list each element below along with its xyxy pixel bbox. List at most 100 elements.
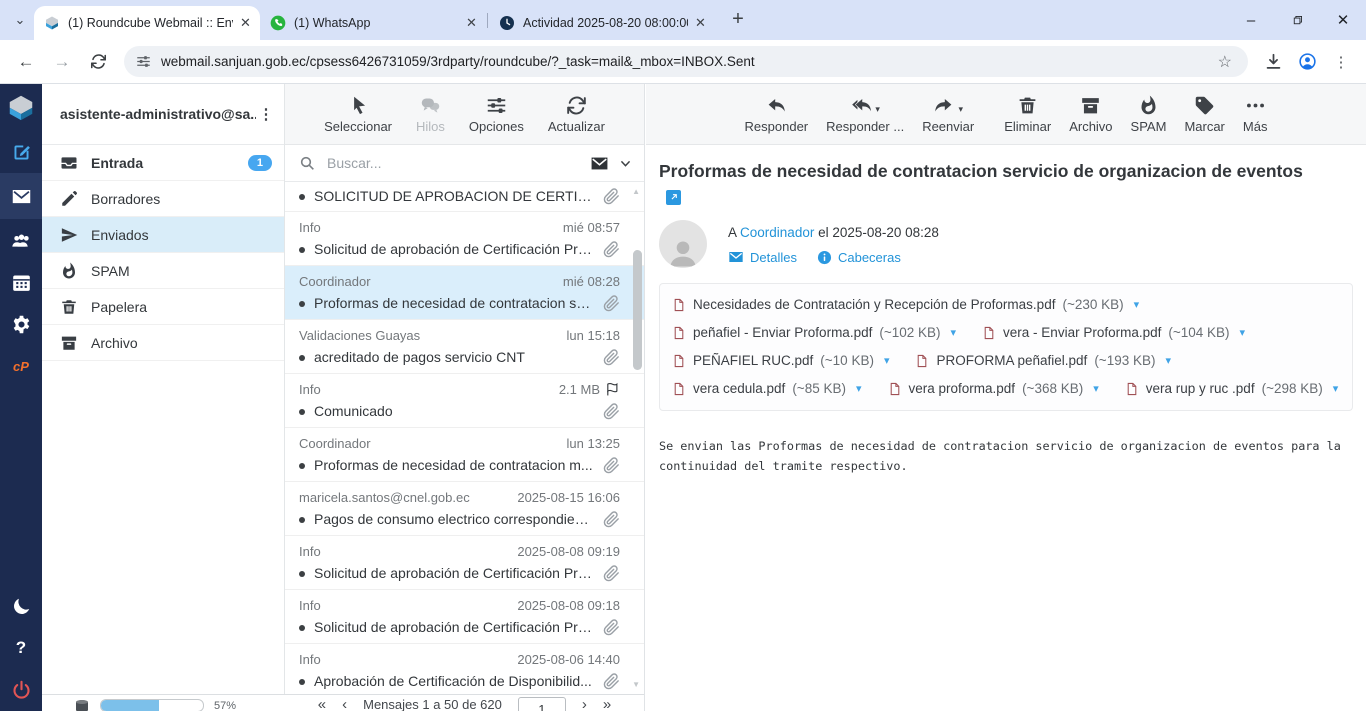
- address-bar[interactable]: webmail.sanjuan.gob.ec/cpsess6426731059/…: [124, 46, 1248, 77]
- tab-close-icon[interactable]: ✕: [237, 15, 254, 32]
- scrollbar-thumb[interactable]: [633, 250, 642, 370]
- scroll-down-arrow[interactable]: ▼: [632, 680, 640, 689]
- attachment-menu-caret[interactable]: ▾: [1240, 319, 1246, 347]
- reply-button[interactable]: Responder: [745, 95, 809, 134]
- account-menu-button[interactable]: ⋮: [256, 105, 276, 123]
- archive-button[interactable]: Archivo: [1069, 95, 1112, 134]
- tab-close-icon[interactable]: ✕: [463, 15, 480, 32]
- folder-enviados[interactable]: Enviados: [42, 217, 284, 253]
- attachment-name[interactable]: vera proforma.pdf: [909, 375, 1016, 403]
- attachment-menu-caret[interactable]: ▾: [884, 347, 890, 375]
- rail-item-mail[interactable]: [0, 173, 42, 219]
- attachment-menu-caret[interactable]: ▾: [951, 319, 957, 347]
- last-page-button[interactable]: »: [603, 697, 611, 711]
- dropdown-caret-icon[interactable]: ▾: [875, 104, 880, 115]
- tab-whatsapp[interactable]: (1) WhatsApp ✕: [260, 6, 486, 40]
- folder-spam[interactable]: SPAM: [42, 253, 284, 289]
- attachment-name[interactable]: vera - Enviar Proforma.pdf: [1003, 319, 1161, 347]
- rail-item-settings[interactable]: [0, 303, 42, 345]
- select-button[interactable]: Seleccionar: [324, 95, 392, 134]
- folder-archivo[interactable]: Archivo: [42, 325, 284, 361]
- options-button[interactable]: Opciones: [469, 95, 524, 134]
- spam-button[interactable]: SPAM: [1131, 95, 1167, 134]
- more-button[interactable]: Más: [1243, 95, 1268, 134]
- folder-papelera[interactable]: Papelera: [42, 289, 284, 325]
- attachment-name[interactable]: vera rup y ruc .pdf: [1146, 375, 1255, 403]
- message-row[interactable]: maricela.santos@cnel.gob.ec2025-08-15 16…: [285, 482, 644, 536]
- rail-item-contacts[interactable]: [0, 219, 42, 261]
- bookmark-star-icon[interactable]: ☆: [1218, 52, 1232, 72]
- search-options-chevron-icon[interactable]: [619, 157, 632, 170]
- first-page-button[interactable]: «: [318, 697, 326, 711]
- attachment-name[interactable]: vera cedula.pdf: [693, 375, 785, 403]
- search-input[interactable]: [325, 154, 580, 172]
- site-info-icon[interactable]: [136, 54, 151, 69]
- attachment-item[interactable]: Necesidades de Contratación y Recepción …: [672, 291, 1139, 319]
- minimize-button[interactable]: –: [1228, 0, 1274, 40]
- message-row[interactable]: Info2025-08-08 09:19 Solicitud de aproba…: [285, 536, 644, 590]
- attachment-name[interactable]: PEÑAFIEL RUC.pdf: [693, 347, 813, 375]
- rail-item-calendar[interactable]: [0, 261, 42, 303]
- delete-button[interactable]: Eliminar: [1004, 95, 1051, 134]
- search-scope-envelope-icon[interactable]: [590, 154, 609, 173]
- details-link[interactable]: Detalles: [728, 249, 797, 265]
- close-window-button[interactable]: ✕: [1320, 0, 1366, 40]
- message-row[interactable]: Coordinadorlun 13:25 Proformas de necesi…: [285, 428, 644, 482]
- back-button[interactable]: ←: [11, 47, 41, 77]
- forward-button[interactable]: ▾ Reenviar: [922, 95, 974, 134]
- threads-button[interactable]: Hilos: [416, 95, 445, 134]
- attachment-item[interactable]: vera rup y ruc .pdf(~298 KB)▾: [1125, 375, 1339, 403]
- attachment-menu-caret[interactable]: ▾: [1134, 291, 1140, 319]
- attachment-name[interactable]: PROFORMA peñafiel.pdf: [936, 347, 1087, 375]
- message-row[interactable]: Info2.1 MB Comunicado: [285, 374, 644, 428]
- help-button[interactable]: ?: [0, 627, 42, 669]
- message-row[interactable]: Validaciones Guayaslun 15:18 acreditado …: [285, 320, 644, 374]
- folder-borradores[interactable]: Borradores: [42, 181, 284, 217]
- mark-button[interactable]: Marcar: [1184, 95, 1224, 134]
- folder-entrada[interactable]: Entrada 1: [42, 145, 284, 181]
- message-row[interactable]: Infomié 08:57 Solicitud de aprobación de…: [285, 212, 644, 266]
- page-number-input[interactable]: [518, 697, 566, 711]
- attachment-menu-caret[interactable]: ▾: [856, 375, 862, 403]
- forward-button[interactable]: →: [47, 47, 77, 77]
- reply-all-button[interactable]: ▾ Responder ...: [826, 95, 904, 134]
- attachment-item[interactable]: vera proforma.pdf(~368 KB)▾: [888, 375, 1099, 403]
- downloads-button[interactable]: [1256, 45, 1290, 79]
- open-in-new-window-icon[interactable]: [666, 190, 681, 205]
- rail-item-cpanel[interactable]: cP: [0, 345, 42, 387]
- attachment-item[interactable]: PROFORMA peñafiel.pdf(~193 KB)▾: [915, 347, 1171, 375]
- attachment-menu-caret[interactable]: ▾: [1333, 375, 1339, 403]
- attachment-item[interactable]: vera cedula.pdf(~85 KB)▾: [672, 375, 862, 403]
- tab-roundcube[interactable]: (1) Roundcube Webmail :: Envia ✕: [34, 6, 260, 40]
- new-tab-button[interactable]: +: [725, 6, 751, 32]
- recipient-link[interactable]: Coordinador: [740, 225, 814, 240]
- message-row[interactable]: Info2025-08-06 14:40 Aprobación de Certi…: [285, 644, 644, 694]
- compose-button[interactable]: [0, 131, 42, 173]
- attachment-menu-caret[interactable]: ▾: [1093, 375, 1099, 403]
- restore-button[interactable]: [1274, 0, 1320, 40]
- dropdown-caret-icon[interactable]: ▾: [958, 104, 963, 115]
- browser-menu-button[interactable]: ⋮: [1324, 45, 1358, 79]
- prev-page-button[interactable]: ‹: [342, 697, 347, 711]
- refresh-button[interactable]: Actualizar: [548, 95, 605, 134]
- attachment-name[interactable]: peñafiel - Enviar Proforma.pdf: [693, 319, 872, 347]
- message-row[interactable]: SOLICITUD DE APROBACION DE CERTIFICA...: [285, 182, 644, 212]
- tab-close-icon[interactable]: ✕: [692, 15, 709, 32]
- tab-search-icon[interactable]: ⌄: [8, 8, 32, 32]
- attachment-name[interactable]: Necesidades de Contratación y Recepción …: [693, 291, 1055, 319]
- message-row-selected[interactable]: Coordinadormié 08:28 Proformas de necesi…: [285, 266, 644, 320]
- attachment-item[interactable]: PEÑAFIEL RUC.pdf(~10 KB)▾: [672, 347, 889, 375]
- message-row[interactable]: Info2025-08-08 09:18 Solicitud de aproba…: [285, 590, 644, 644]
- attachment-item[interactable]: vera - Enviar Proforma.pdf(~104 KB)▾: [982, 319, 1245, 347]
- scroll-up-arrow[interactable]: ▲: [632, 187, 640, 196]
- url-text[interactable]: webmail.sanjuan.gob.ec/cpsess6426731059/…: [161, 54, 1214, 69]
- dark-mode-button[interactable]: [0, 585, 42, 627]
- next-page-button[interactable]: ›: [582, 697, 587, 711]
- tab-actividad[interactable]: Actividad 2025-08-20 08:00:00 ✕: [489, 6, 715, 40]
- attachment-menu-caret[interactable]: ▾: [1165, 347, 1171, 375]
- attachment-item[interactable]: peñafiel - Enviar Proforma.pdf(~102 KB)▾: [672, 319, 956, 347]
- headers-link[interactable]: Cabeceras: [817, 250, 901, 265]
- profile-button[interactable]: [1290, 45, 1324, 79]
- logout-button[interactable]: [0, 669, 42, 711]
- reload-button[interactable]: [83, 47, 113, 77]
